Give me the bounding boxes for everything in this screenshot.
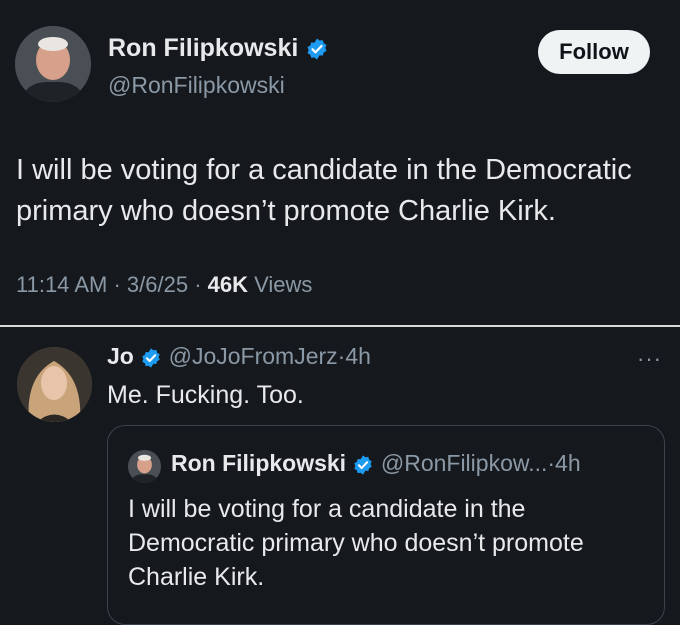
quoted-author-avatar: [128, 450, 161, 483]
quoted-author-photo-icon: [128, 450, 161, 483]
author-photo-icon: [15, 26, 91, 102]
quoted-handle: @RonFilipkow...: [380, 450, 548, 476]
tweet-date[interactable]: 3/6/25: [127, 272, 188, 297]
tweet-text: I will be voting for a candidate in the …: [16, 154, 632, 227]
quoted-tweet-text: I will be voting for a candidate in the …: [128, 495, 584, 591]
reply-text: Me. Fucking. Too.: [107, 381, 304, 409]
views-label: Views: [254, 272, 313, 297]
separator: ·: [113, 272, 121, 297]
verified-badge-icon: [354, 455, 373, 475]
tweet-time[interactable]: 11:14 AM: [16, 272, 107, 297]
reply-author-photo-icon: [17, 347, 92, 422]
quoted-header: Ron Filipkowski @RonFilipkow...·4h: [171, 450, 581, 477]
quoted-author-name: Ron Filipkowski: [171, 450, 347, 476]
reply-header: Jo @JoJoFromJerz·4h: [107, 343, 371, 370]
author-name[interactable]: Ron Filipkowski: [108, 34, 298, 62]
quoted-time: 4h: [555, 450, 581, 476]
verified-badge-icon: [307, 38, 327, 60]
views-count: 46K: [207, 272, 249, 297]
more-options-icon[interactable]: ···: [637, 346, 662, 372]
reply-time[interactable]: 4h: [345, 343, 371, 369]
separator: ·: [194, 272, 202, 297]
author-name-row[interactable]: Ron Filipkowski: [108, 34, 329, 63]
tweet-meta: 11:14 AM · 3/6/25 · 46K Views: [16, 272, 312, 298]
divider: [0, 325, 680, 327]
separator: ·: [547, 450, 556, 476]
reply-author-name[interactable]: Jo: [107, 343, 134, 369]
reply-avatar[interactable]: [17, 347, 92, 422]
follow-button[interactable]: Follow: [538, 30, 650, 74]
reply-handle[interactable]: @JoJoFromJerz: [169, 343, 338, 369]
author-handle[interactable]: @RonFilipkowski: [108, 72, 285, 99]
author-avatar[interactable]: [15, 26, 91, 102]
verified-badge-icon: [142, 348, 160, 368]
